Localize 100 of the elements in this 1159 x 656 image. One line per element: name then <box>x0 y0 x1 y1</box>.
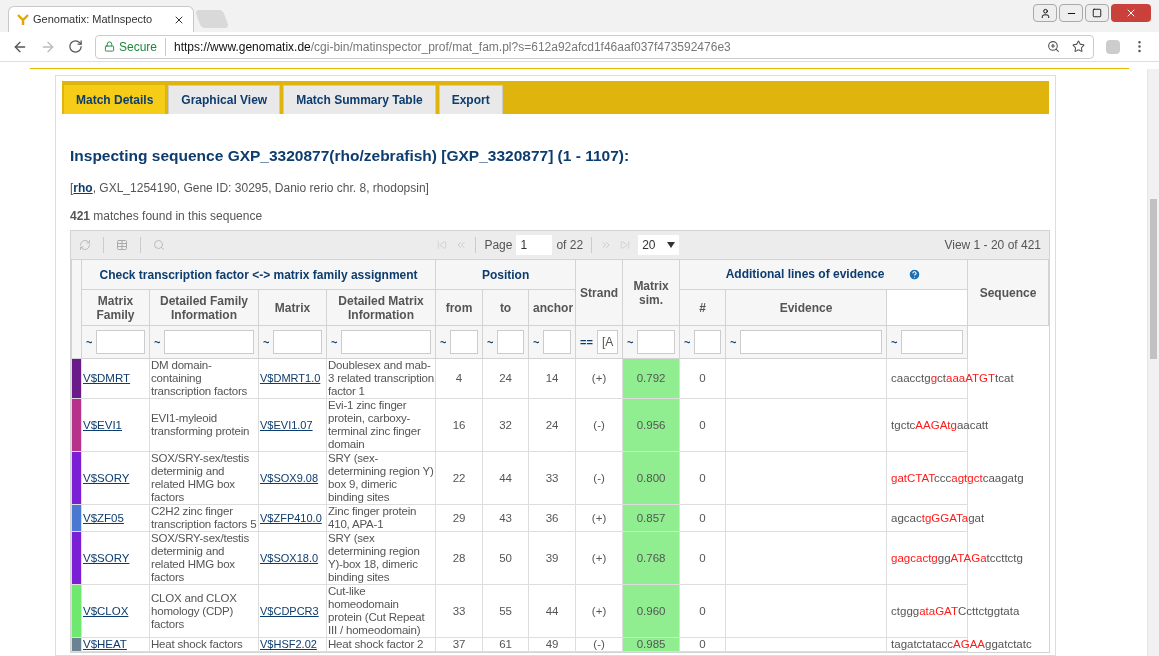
table-cell: Heat shock factor 2 <box>326 637 436 652</box>
reload-icon[interactable] <box>68 39 83 54</box>
table-cell: 49 <box>528 637 576 652</box>
help-icon[interactable] <box>908 268 922 282</box>
filter-operator: ~ <box>730 335 737 349</box>
filter-operator: ~ <box>487 335 494 349</box>
tab[interactable]: Match Summary Table <box>283 85 436 114</box>
filter-operator: ~ <box>627 335 634 349</box>
table-cell: 0 <box>679 398 726 452</box>
last-page-icon[interactable] <box>620 240 631 251</box>
tab-title: Genomatix: MatInspecto <box>33 12 154 28</box>
gene-link[interactable]: rho <box>73 181 93 196</box>
table-cell: 36 <box>528 504 576 532</box>
table-cell: 0 <box>679 584 726 638</box>
table-cell: (-) <box>575 637 623 652</box>
page-heading: Inspecting sequence GXP_3320877(rho/zebrafish) [GXP_3320877] (1 - 1107): <box>70 146 631 166</box>
page-field[interactable]: 1 <box>516 235 553 256</box>
sequence-text: tagatctataccAGAAggatctatc <box>891 638 1032 651</box>
filter-field[interactable] <box>637 330 676 355</box>
tab[interactable]: Graphical View <box>168 85 281 114</box>
table-cell: 0.792 <box>622 358 680 399</box>
filter-field[interactable] <box>543 330 572 355</box>
table-cell: 0 <box>679 358 726 399</box>
address-bar[interactable]: Secure https://www.genomatix.de/cgi-bin/matinspector_prof/mat_fam.pl?s=612a92afcd1f46aaf037f473592476e3 <box>95 34 1094 59</box>
new-tab-button[interactable] <box>194 10 230 28</box>
bookmark-star-icon[interactable] <box>1072 40 1085 53</box>
filter-field[interactable] <box>450 330 479 355</box>
filter-field[interactable] <box>497 330 525 355</box>
table-cell: 14 <box>528 358 576 399</box>
strand-filter-select[interactable]: [A <box>596 330 619 355</box>
table-cell: (+) <box>575 531 623 585</box>
table-cell: SOX/SRY-sex/testis determinig and related HMG box factors <box>149 451 259 505</box>
zoom-icon[interactable] <box>1047 40 1060 53</box>
table-cell: 55 <box>482 584 529 638</box>
table-cell: (+) <box>575 584 623 638</box>
filter-operator: ~ <box>154 335 161 349</box>
table-cell: SOX/SRY-sex/testis determinig and related HMG box factors <box>149 531 259 585</box>
table-cell: 0.768 <box>622 531 680 585</box>
filter-operator: ~ <box>440 335 447 349</box>
secure-label: Secure <box>119 37 167 56</box>
view-range: View 1 - 20 of 421 <box>944 237 1041 255</box>
table-cell: 50 <box>482 531 529 585</box>
filter-field[interactable] <box>273 330 322 355</box>
column-header: Matrix <box>258 289 327 326</box>
family-link[interactable]: V$EVI1 <box>83 418 122 431</box>
table-cell: 33 <box>435 584 483 638</box>
column-header: Strand <box>575 259 623 326</box>
refresh-icon[interactable] <box>79 239 91 252</box>
sequence-text: tgctcAAGAtgaacatt <box>891 418 989 431</box>
first-page-icon[interactable] <box>437 240 448 251</box>
matrix-link[interactable]: V$EVI1.07 <box>260 418 313 431</box>
search-icon[interactable] <box>153 239 165 252</box>
table-cell: 0 <box>679 531 726 585</box>
extension-icon[interactable] <box>1106 39 1120 54</box>
page-count: of 22 <box>556 237 584 255</box>
table-cell: 0.800 <box>622 451 680 505</box>
close-button[interactable] <box>1111 4 1151 22</box>
table-cell: SRY (sex determining region Y)-box 18, dimeric binding sites <box>326 531 436 585</box>
sequence-text: caacctggctaaaATGTtcat <box>891 372 1014 385</box>
table-cell: 22 <box>435 451 483 505</box>
filter-field[interactable] <box>901 330 963 355</box>
filter-field[interactable] <box>694 330 722 355</box>
table-cell: 24 <box>528 398 576 452</box>
table-cell: 44 <box>528 584 576 638</box>
table-cell: Heat shock factors <box>149 637 259 652</box>
table-cell: 0.956 <box>622 398 680 452</box>
maximize-button[interactable] <box>1085 4 1109 22</box>
column-group-header: Check transcription factor <-> matrix family assignment <box>81 259 436 290</box>
page-size-select[interactable]: 20 <box>638 235 680 256</box>
family-link[interactable]: V$SORY <box>83 471 130 484</box>
match-count: 421 matches found in this sequence <box>70 208 264 226</box>
family-link[interactable]: V$CLOX <box>83 604 129 617</box>
filter-field[interactable] <box>96 330 145 355</box>
tab[interactable]: Match Details <box>64 85 166 114</box>
table-cell: 44 <box>482 451 529 505</box>
column-header: Detailed Family Information <box>149 289 259 326</box>
filter-field[interactable] <box>164 330 254 355</box>
table-cell: (-) <box>575 398 623 452</box>
sequence-text: ctgggataGATCcttctggtata <box>891 604 1020 617</box>
column-header: Matrix sim. <box>622 259 680 326</box>
filter-operator: ~ <box>533 335 540 349</box>
filter-operator: ~ <box>684 335 691 349</box>
column-group-header: Position <box>435 259 576 290</box>
table-cell: DM domain-containing transcription factors <box>149 358 259 399</box>
filter-operator: ~ <box>86 335 93 349</box>
filter-field[interactable] <box>740 330 883 355</box>
filter-operator: ~ <box>891 335 898 349</box>
column-header: from <box>435 289 483 326</box>
browser-tab[interactable]: Genomatix: MatInspecto <box>8 6 194 32</box>
filter-operator: ~ <box>331 335 338 349</box>
columns-icon[interactable] <box>116 239 128 252</box>
column-header: Sequence <box>967 259 1049 326</box>
scrollbar[interactable] <box>1147 69 1159 656</box>
user-icon <box>1039 7 1051 19</box>
filter-field[interactable] <box>341 330 432 355</box>
sequence-text: gatCTATcccagtgctcaagatg <box>891 471 1024 484</box>
family-link[interactable]: V$SORY <box>83 551 130 564</box>
table-cell: 4 <box>435 358 483 399</box>
tab[interactable]: Export <box>438 85 503 114</box>
profile-button[interactable] <box>1033 4 1057 22</box>
